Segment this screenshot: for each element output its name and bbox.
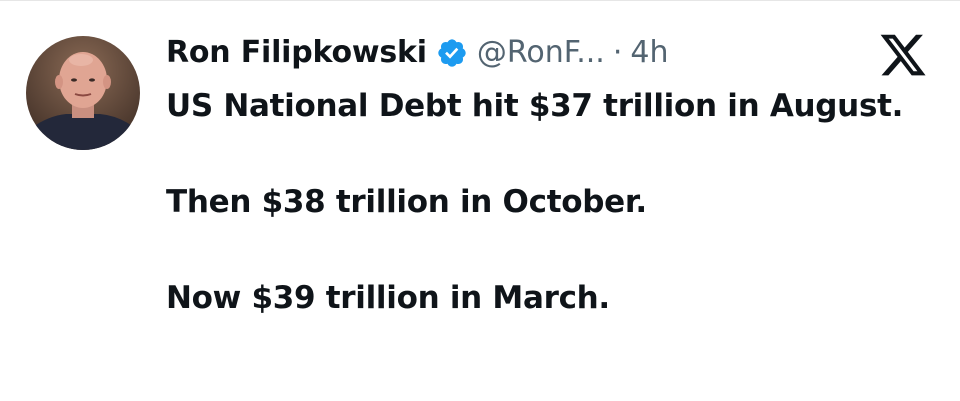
- x-logo-icon[interactable]: [878, 30, 928, 80]
- separator-dot: ·: [612, 35, 623, 70]
- handle[interactable]: @RonF...: [477, 28, 605, 78]
- avatar[interactable]: [26, 36, 140, 150]
- tweet-header: Ron Filipkowski @RonF... · 4h: [166, 28, 668, 78]
- verified-badge-icon: [436, 37, 468, 69]
- display-name[interactable]: Ron Filipkowski: [166, 28, 427, 78]
- tweet-paragraph: US National Debt hit $37 trillion in Aug…: [166, 88, 904, 124]
- tweet-paragraph: Then $38 trillion in October.: [166, 184, 647, 220]
- top-divider: [0, 0, 960, 1]
- tweet-paragraph: Now $39 trillion in March.: [166, 280, 610, 316]
- tweet-text: US National Debt hit $37 trillion in Aug…: [166, 82, 936, 322]
- timestamp[interactable]: 4h: [630, 28, 668, 78]
